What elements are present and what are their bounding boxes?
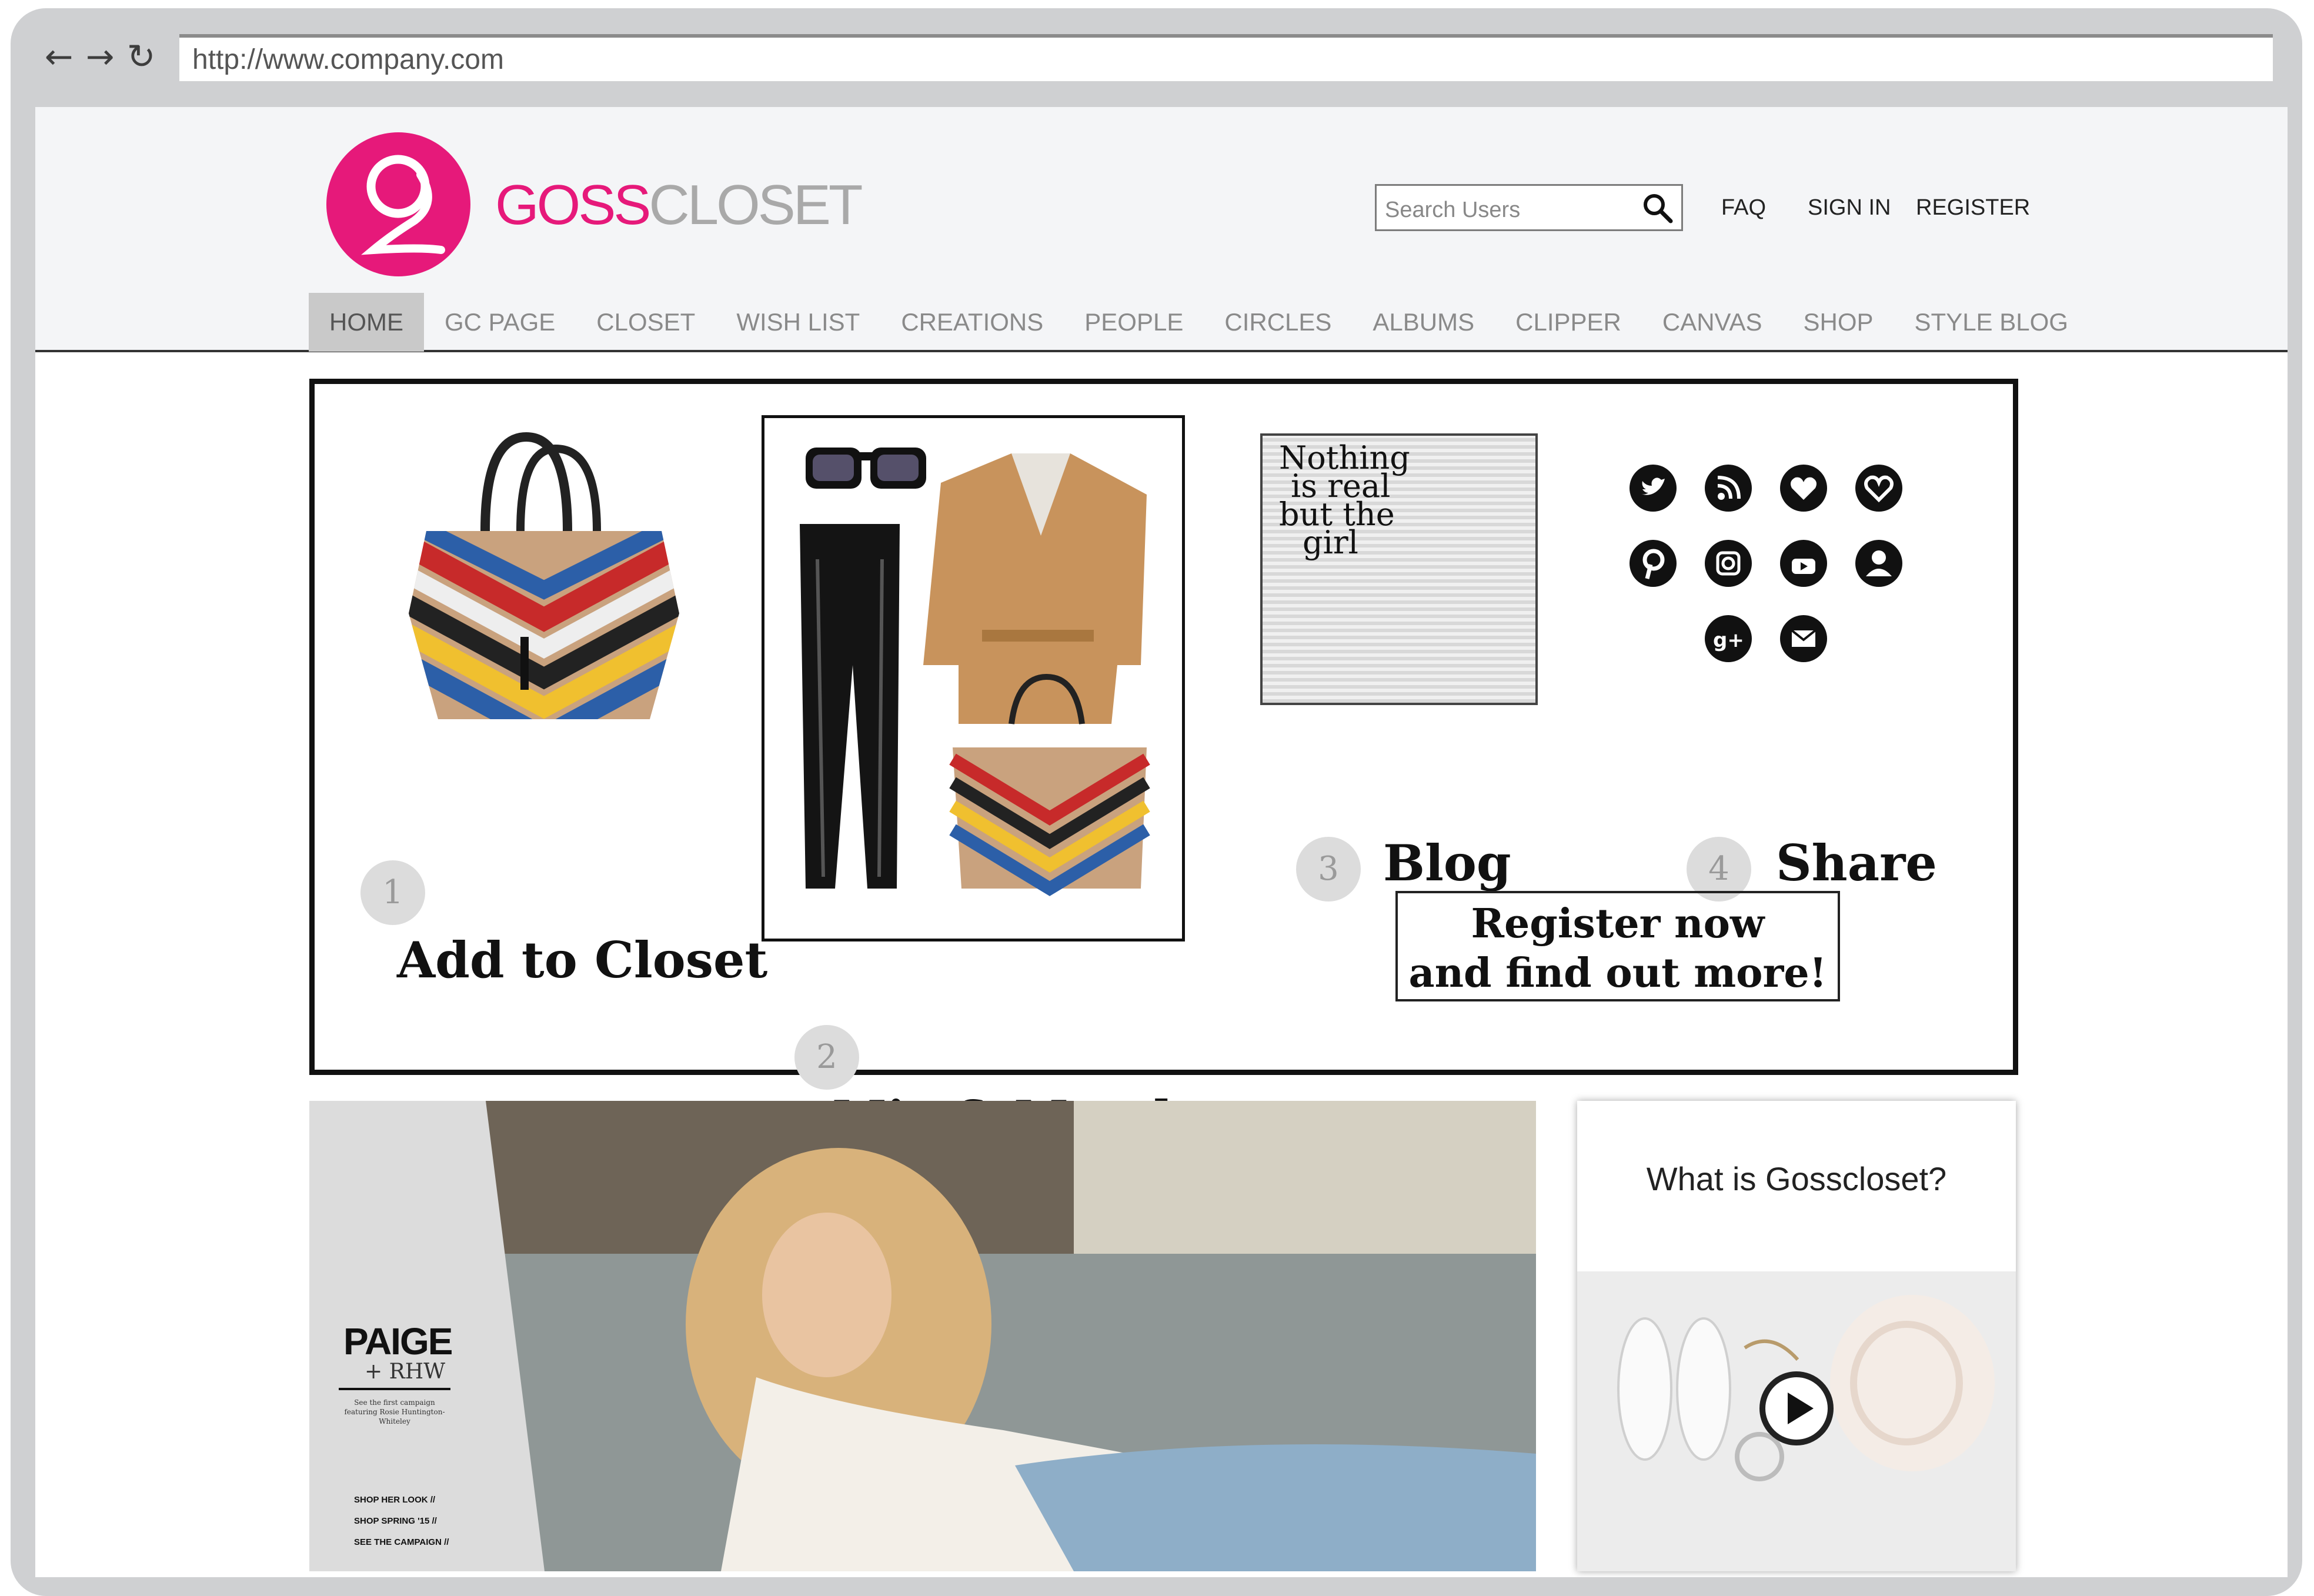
step-1-badge: 1 bbox=[360, 860, 425, 925]
step-3-badge: 3 bbox=[1296, 837, 1361, 901]
nav-gc-page[interactable]: GC PAGE bbox=[424, 293, 576, 352]
step-4-label[interactable]: Share bbox=[1776, 834, 1937, 892]
register-cta-line-1: Register now bbox=[1471, 900, 1765, 947]
campaign-subtitle: + RHW bbox=[365, 1360, 446, 1384]
brand-name-part1: GOSS bbox=[495, 173, 651, 236]
what-is-title: What is Gosscloset? bbox=[1646, 1160, 1947, 1197]
shop-her-look-link[interactable]: SHOP HER LOOK // bbox=[354, 1495, 435, 1505]
pinterest-icon[interactable] bbox=[1628, 539, 1678, 588]
step-1-label[interactable]: Add to Closet bbox=[397, 931, 767, 989]
search-users-field[interactable]: Search Users bbox=[1375, 184, 1683, 231]
nav-shop[interactable]: SHOP bbox=[1782, 293, 1894, 352]
register-cta-line-2: and find out more! bbox=[1408, 950, 1827, 997]
nav-circles[interactable]: CIRCLES bbox=[1204, 293, 1352, 352]
shop-spring-link[interactable]: SHOP SPRING '15 // bbox=[354, 1516, 437, 1526]
nav-clipper[interactable]: CLIPPER bbox=[1495, 293, 1642, 352]
featured-campaign-card[interactable]: PAIGE + RHW See the first campaign featu… bbox=[309, 1101, 1536, 1571]
faq-link[interactable]: FAQ bbox=[1721, 195, 1766, 221]
outfit-collage-image bbox=[800, 448, 1150, 896]
how-it-works-panel: 1 Add to Closet 2 Nothing is real but th… bbox=[309, 379, 2018, 1148]
rss-icon[interactable] bbox=[1704, 463, 1753, 513]
brand-name-part2: CLOSET bbox=[649, 173, 863, 236]
nav-style-blog[interactable]: STYLE BLOG bbox=[1894, 293, 2089, 352]
see-campaign-link[interactable]: SEE THE CAMPAIGN // bbox=[354, 1537, 449, 1547]
nav-creations[interactable]: CREATIONS bbox=[880, 293, 1064, 352]
play-icon[interactable] bbox=[1758, 1370, 1835, 1447]
logo-glyph bbox=[361, 155, 445, 255]
campaign-blurb: See the first campaign featuring Rosie H… bbox=[344, 1398, 445, 1425]
profile-icon[interactable] bbox=[1854, 539, 1904, 588]
email-icon[interactable] bbox=[1779, 614, 1828, 663]
nav-home[interactable]: HOME bbox=[309, 293, 424, 352]
social-icons-grid: g+ bbox=[1628, 463, 1922, 687]
what-is-gosscloset-card[interactable]: What is Gosscloset? bbox=[1577, 1101, 2016, 1571]
blog-thumb-line-4: girl bbox=[1303, 524, 1358, 561]
nav-albums[interactable]: ALBUMS bbox=[1352, 293, 1495, 352]
svg-text:g+: g+ bbox=[1713, 629, 1744, 652]
tote-bag-image bbox=[409, 432, 679, 719]
video-thumbnail[interactable] bbox=[1577, 1271, 2016, 1571]
nav-wish-list[interactable]: WISH LIST bbox=[716, 293, 880, 352]
blog-thumbnail[interactable]: Nothing is real but the girl bbox=[1260, 433, 1538, 705]
step-2-badge: 2 bbox=[794, 1025, 859, 1090]
brand-name[interactable]: GOSSCLOSET bbox=[495, 173, 863, 238]
heart-icon[interactable] bbox=[1854, 463, 1904, 513]
blog-thumbnail-text: Nothing is real but the girl bbox=[1279, 442, 1410, 561]
reload-icon[interactable]: ↻ bbox=[123, 39, 159, 74]
forward-arrow-icon[interactable]: → bbox=[82, 39, 118, 74]
search-icon[interactable] bbox=[1640, 191, 1675, 226]
nav-people[interactable]: PEOPLE bbox=[1064, 293, 1204, 352]
outfit-collage bbox=[762, 415, 1185, 941]
back-arrow-icon[interactable]: ← bbox=[41, 39, 76, 74]
google-plus-icon[interactable]: g+ bbox=[1704, 614, 1753, 663]
address-bar[interactable]: http://www.company.com bbox=[179, 34, 2273, 81]
instagram-icon[interactable] bbox=[1704, 539, 1753, 588]
register-link[interactable]: REGISTER bbox=[1916, 195, 2030, 221]
campaign-title: PAIGE bbox=[343, 1320, 453, 1363]
step-3-label[interactable]: Blog bbox=[1383, 834, 1511, 892]
sign-in-link[interactable]: SIGN IN bbox=[1808, 195, 1891, 221]
search-placeholder: Search Users bbox=[1385, 198, 1521, 222]
youtube-icon[interactable] bbox=[1779, 539, 1828, 588]
main-nav: HOME GC PAGE CLOSET WISH LIST CREATIONS … bbox=[309, 293, 2089, 352]
campaign-divider bbox=[339, 1388, 450, 1390]
site-header: GOSSCLOSET Search Users FAQ SIGN IN REGI… bbox=[35, 107, 2288, 352]
nav-closet[interactable]: CLOSET bbox=[576, 293, 716, 352]
nav-canvas[interactable]: CANVAS bbox=[1642, 293, 1783, 352]
url-text: http://www.company.com bbox=[192, 44, 504, 75]
web-page: GOSSCLOSET Search Users FAQ SIGN IN REGI… bbox=[35, 107, 2288, 1577]
register-cta-button[interactable]: Register now and find out more! bbox=[1395, 891, 1840, 1001]
logo[interactable] bbox=[326, 132, 470, 276]
bloglovin-icon[interactable] bbox=[1779, 463, 1828, 513]
twitter-icon[interactable] bbox=[1628, 463, 1678, 513]
